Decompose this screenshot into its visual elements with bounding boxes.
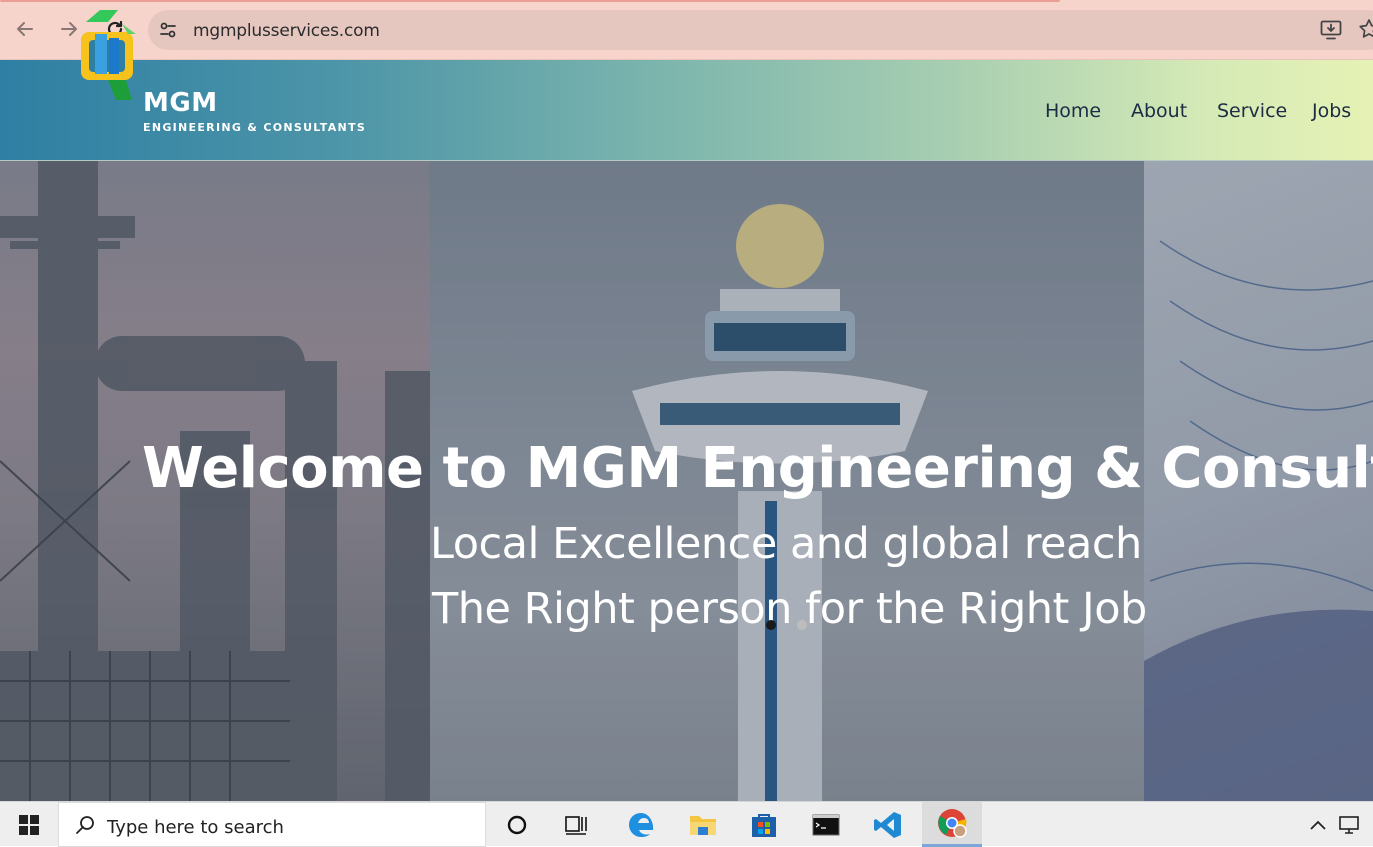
chevron-up-icon: [1310, 820, 1326, 830]
taskbar: Type here to search: [0, 801, 1373, 847]
start-button[interactable]: [0, 802, 58, 847]
back-button[interactable]: [12, 16, 38, 42]
chrome-icon: [938, 809, 967, 838]
nav-about[interactable]: About: [1131, 100, 1187, 122]
show-hidden-icons-button[interactable]: [1300, 802, 1336, 847]
bookmark-star-icon[interactable]: [1358, 18, 1373, 40]
task-view-icon: [565, 815, 587, 835]
chrome-button[interactable]: [922, 802, 982, 847]
hero-title: Welcome to MGM Engineering & Consultants: [142, 436, 1373, 501]
file-explorer-icon: [690, 815, 716, 835]
nav-service[interactable]: Service: [1217, 100, 1287, 122]
file-explorer-button[interactable]: [675, 802, 731, 847]
vscode-button[interactable]: [860, 802, 916, 847]
edge-icon: [629, 812, 654, 837]
site-info-icon[interactable]: [158, 20, 178, 40]
browser-toolbar: mgmplusservices.com: [0, 0, 1373, 60]
tab-strip-edge: [0, 0, 1060, 2]
store-icon: [752, 813, 776, 837]
nav-home[interactable]: Home: [1045, 100, 1101, 122]
slider-dot-1[interactable]: [766, 620, 776, 630]
terminal-button[interactable]: [798, 802, 854, 847]
cortana-button[interactable]: [489, 802, 545, 847]
task-view-button[interactable]: [548, 802, 604, 847]
nav-jobs[interactable]: Jobs: [1312, 100, 1351, 122]
network-button[interactable]: [1334, 802, 1364, 847]
network-icon: [1339, 815, 1359, 834]
search-icon: [76, 816, 94, 834]
terminal-icon: [812, 814, 840, 835]
url-text[interactable]: mgmplusservices.com: [193, 21, 380, 41]
slider-dot-2[interactable]: [797, 620, 807, 630]
hero-subtitle-2: The Right person for the Right Job: [432, 584, 1147, 634]
address-bar[interactable]: mgmplusservices.com: [148, 10, 1373, 50]
cortana-icon: [507, 815, 527, 834]
hero-slider: Welcome to MGM Engineering & Consultants…: [0, 161, 1373, 801]
arrow-left-icon: [17, 22, 33, 36]
hero-subtitle-1: Local Excellence and global reach: [430, 519, 1142, 569]
logo-name[interactable]: MGM: [143, 88, 218, 118]
search-placeholder[interactable]: Type here to search: [107, 817, 284, 838]
vscode-icon: [874, 811, 901, 838]
windows-icon: [19, 814, 39, 835]
install-app-icon[interactable]: [1320, 20, 1342, 40]
taskbar-search-box[interactable]: Type here to search: [58, 802, 486, 847]
mgm-logo-icon[interactable]: [78, 10, 140, 100]
logo-tagline: ENGINEERING & CONSULTANTS: [143, 121, 367, 134]
store-button[interactable]: [736, 802, 792, 847]
edge-button[interactable]: [613, 802, 669, 847]
arrow-right-icon: [61, 22, 77, 36]
